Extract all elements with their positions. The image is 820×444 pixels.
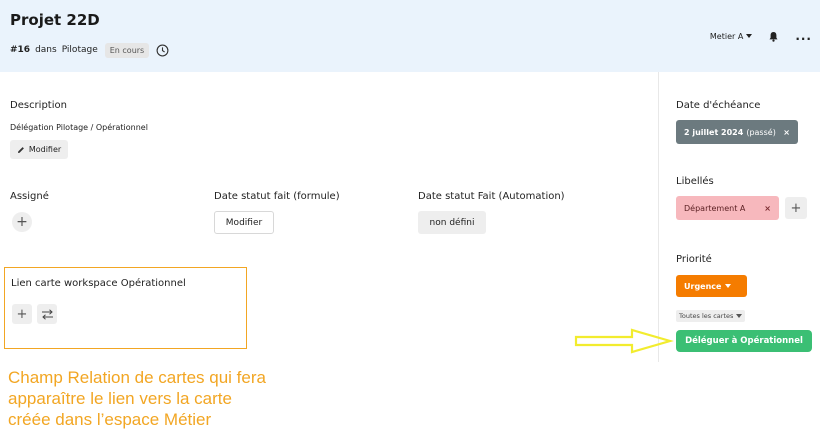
card-header bbox=[0, 0, 820, 72]
sidebar-divider bbox=[658, 72, 659, 362]
more-menu-button[interactable]: ... bbox=[795, 30, 812, 42]
swap-arrows-icon bbox=[41, 308, 53, 320]
add-assignee-button[interactable]: + bbox=[12, 212, 32, 232]
in-label: dans bbox=[35, 45, 57, 55]
link-field-label: Lien carte workspace Opérationnel bbox=[11, 278, 186, 289]
add-link-button[interactable]: + bbox=[12, 304, 32, 324]
caret-down-icon bbox=[736, 314, 743, 318]
add-label-button[interactable]: + bbox=[785, 197, 807, 219]
board-link[interactable]: Pilotage bbox=[62, 45, 98, 55]
remove-due-date-icon[interactable]: × bbox=[783, 128, 790, 137]
date-automation-label: Date statut Fait (Automation) bbox=[418, 191, 565, 202]
assignee-label: Assigné bbox=[10, 191, 49, 202]
priority-value: Urgence bbox=[684, 281, 722, 291]
due-date-chip[interactable]: 2 juillet 2024 (passé) × bbox=[676, 120, 798, 144]
plus-icon: + bbox=[16, 214, 28, 230]
caret-down-icon bbox=[725, 284, 732, 288]
cards-scope-select[interactable]: Toutes les cartes bbox=[676, 310, 746, 322]
header-actions: Metier A ... bbox=[710, 28, 820, 44]
caret-down-icon bbox=[746, 34, 753, 38]
priority-label: Priorité bbox=[676, 254, 712, 265]
delegate-button[interactable]: Déléguer à Opérationnel bbox=[676, 330, 812, 352]
card-title[interactable]: Projet 22D bbox=[10, 11, 100, 29]
annotation-text: Champ Relation de cartes qui fera appara… bbox=[8, 367, 328, 430]
remove-label-icon[interactable]: × bbox=[764, 204, 771, 213]
pencil-icon bbox=[17, 146, 24, 153]
arrow-right-icon bbox=[574, 328, 674, 354]
card-meta: #16 dans Pilotage En cours bbox=[10, 41, 169, 59]
date-formula-edit-button[interactable]: Modifier bbox=[214, 211, 274, 234]
date-formula-label: Date statut fait (formule) bbox=[214, 191, 340, 202]
plus-icon: + bbox=[16, 306, 28, 322]
edit-description-button[interactable]: Modifier bbox=[10, 140, 68, 159]
clock-icon[interactable] bbox=[156, 44, 169, 57]
link-card-button[interactable] bbox=[37, 304, 57, 324]
date-automation-value[interactable]: non défini bbox=[418, 211, 486, 234]
annotation-line-1: Champ Relation de cartes qui fera bbox=[8, 368, 266, 387]
cards-scope-label: Toutes les cartes bbox=[679, 312, 734, 320]
workspace-selector-label: Metier A bbox=[709, 31, 744, 41]
due-date-label: Date d'échéance bbox=[676, 100, 761, 111]
annotation-line-2: apparaître le lien vers la carte bbox=[8, 389, 232, 408]
labels-label: Libellés bbox=[676, 176, 714, 187]
priority-dropdown[interactable]: Urgence bbox=[676, 275, 747, 297]
due-date-state: (passé) bbox=[746, 127, 776, 137]
due-date-value: 2 juillet 2024 bbox=[684, 127, 744, 137]
plus-icon: + bbox=[790, 200, 802, 216]
description-label: Description bbox=[10, 100, 67, 111]
card-number: #16 bbox=[10, 45, 31, 55]
annotation-line-3: créée dans l’espace Métier bbox=[8, 410, 212, 429]
bell-icon[interactable] bbox=[768, 31, 779, 42]
edit-description-label: Modifier bbox=[28, 145, 62, 154]
description-text: Délégation Pilotage / Opérationnel bbox=[10, 123, 148, 132]
workspace-selector[interactable]: Metier A bbox=[709, 31, 753, 41]
label-chip-text: Département A bbox=[684, 203, 746, 213]
status-badge[interactable]: En cours bbox=[104, 42, 150, 58]
label-chip[interactable]: Département A × bbox=[676, 196, 779, 220]
